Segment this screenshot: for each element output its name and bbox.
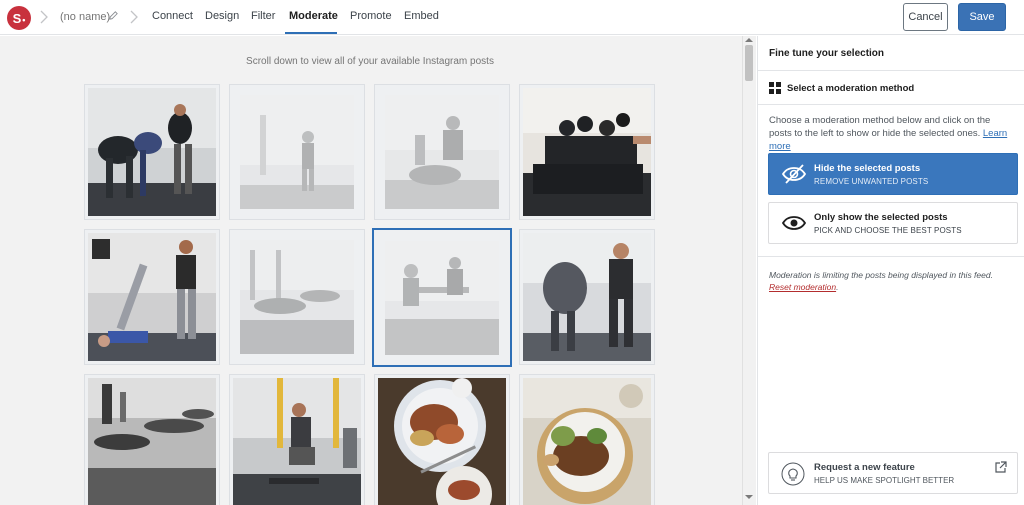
eye-slash-icon — [781, 164, 807, 184]
save-button[interactable]: Save — [958, 3, 1006, 31]
post-image — [523, 88, 651, 216]
scrollbar-thumb[interactable] — [745, 45, 753, 81]
scroll-up-arrow-icon[interactable] — [745, 38, 753, 42]
eye-icon — [781, 216, 807, 230]
post-tile[interactable] — [374, 84, 510, 220]
moderation-note: Moderation is limiting the posts being d… — [769, 270, 993, 292]
sidebar-header: Fine tune your selection — [758, 36, 1024, 71]
lightbulb-icon — [781, 462, 805, 486]
nav-moderate[interactable]: Moderate — [289, 10, 338, 22]
moderation-sidebar: Fine tune your selection Select a modera… — [757, 36, 1024, 505]
reset-moderation-link[interactable]: Reset moderation — [769, 282, 836, 292]
post-tile[interactable] — [229, 84, 365, 220]
post-image — [233, 378, 361, 505]
active-tab-indicator — [285, 32, 337, 34]
post-tile[interactable] — [519, 374, 655, 505]
pencil-icon[interactable] — [108, 10, 119, 21]
post-image — [88, 88, 216, 216]
option-title: Only show the selected posts — [814, 212, 948, 223]
nav-filter[interactable]: Filter — [251, 10, 275, 22]
post-image — [378, 378, 506, 505]
feed-name[interactable]: (no name) — [60, 11, 110, 23]
post-tile[interactable] — [374, 374, 510, 505]
post-tile[interactable] — [229, 229, 365, 365]
post-tile[interactable] — [84, 84, 220, 220]
request-feature-button[interactable]: Request a new feature HELP US MAKE SPOTL… — [768, 452, 1018, 494]
nav-promote[interactable]: Promote — [350, 10, 392, 22]
option-title: Hide the selected posts — [814, 163, 921, 174]
grid-icon — [769, 82, 781, 94]
nav-design[interactable]: Design — [205, 10, 239, 22]
section-title: Select a moderation method — [787, 83, 915, 94]
post-image — [88, 233, 216, 361]
option-subtitle: REMOVE UNWANTED POSTS — [814, 177, 929, 186]
post-image — [523, 378, 651, 505]
post-tile[interactable] — [519, 84, 655, 220]
option-subtitle: PICK AND CHOOSE THE BEST POSTS — [814, 226, 962, 235]
post-tile[interactable] — [84, 229, 220, 365]
spotlight-logo[interactable]: S • — [7, 6, 31, 30]
nav-connect[interactable]: Connect — [152, 10, 193, 22]
scroll-hint: Scroll down to view all of your availabl… — [246, 56, 494, 67]
scroll-down-arrow-icon[interactable] — [745, 495, 753, 499]
post-tile[interactable] — [519, 229, 655, 365]
only-show-selected-option[interactable]: Only show the selected posts PICK AND CH… — [768, 202, 1018, 244]
chevron-right-icon — [130, 10, 138, 24]
posts-panel: Scroll down to view all of your availabl… — [0, 36, 742, 505]
post-image — [385, 95, 499, 209]
moderation-method-section[interactable]: Select a moderation method — [758, 72, 1024, 105]
sidebar-title: Fine tune your selection — [769, 48, 885, 59]
moderation-description: Choose a moderation method below and cli… — [769, 115, 1008, 152]
cancel-button[interactable]: Cancel — [903, 3, 948, 31]
post-image — [240, 95, 354, 209]
nav-embed[interactable]: Embed — [404, 10, 439, 22]
feature-subtitle: HELP US MAKE SPOTLIGHT BETTER — [814, 476, 955, 485]
top-bar: S • (no name) Connect Design Filter Moder… — [0, 0, 1024, 35]
posts-scrollbar[interactable] — [742, 36, 756, 505]
post-image — [385, 241, 499, 355]
feature-title: Request a new feature — [814, 462, 915, 473]
post-image — [523, 233, 651, 361]
post-tile[interactable] — [229, 374, 365, 505]
post-tile[interactable] — [84, 374, 220, 505]
divider — [758, 256, 1024, 257]
post-image — [88, 378, 216, 505]
post-image — [240, 240, 354, 354]
external-link-icon — [995, 461, 1007, 473]
hide-selected-option[interactable]: Hide the selected posts REMOVE UNWANTED … — [768, 153, 1018, 195]
chevron-right-icon — [40, 10, 48, 24]
post-tile-selected[interactable] — [372, 228, 512, 367]
